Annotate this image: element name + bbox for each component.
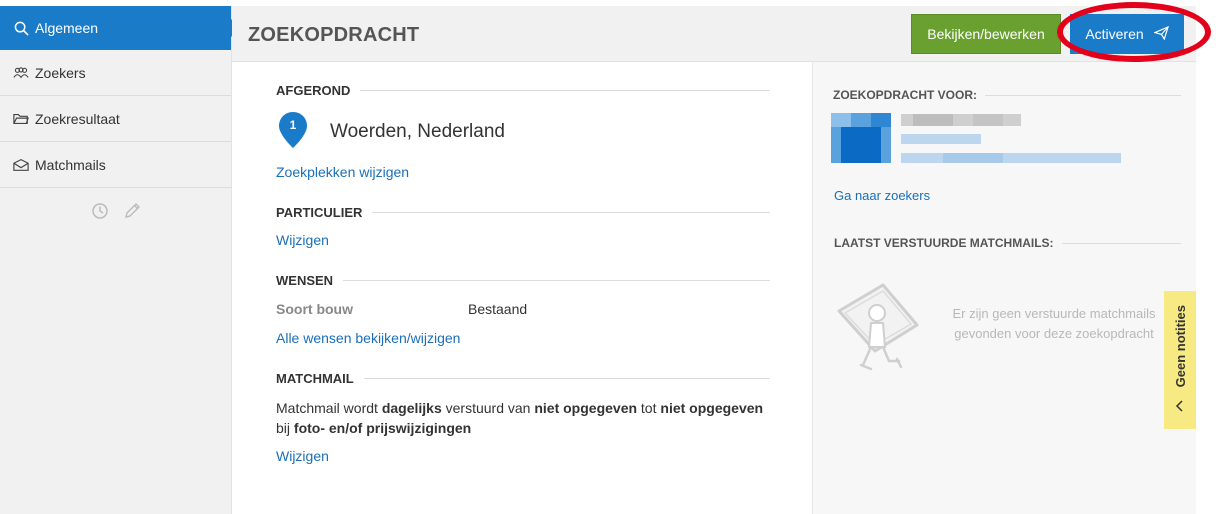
clock-icon[interactable] xyxy=(91,202,109,225)
highlight-annotation xyxy=(1057,2,1211,62)
wish-label: Soort bouw xyxy=(276,301,353,317)
matchmail-to: niet opgegeven xyxy=(660,400,764,416)
all-wishes-link[interactable]: Alle wensen bekijken/wijzigen xyxy=(276,330,460,346)
section-title: AFGEROND xyxy=(276,82,351,98)
map-pin-icon: 1 xyxy=(278,111,314,154)
page-title: ZOEKOPDRACHT xyxy=(248,24,420,46)
section-title: PARTICULIER xyxy=(276,204,363,220)
matchmail-frequency: dagelijks xyxy=(381,400,442,416)
section-header-afgerond: AFGEROND xyxy=(276,80,770,100)
section-header-zoekopdracht-voor: ZOEKOPDRACHT VOOR: xyxy=(833,87,1181,103)
section-header-particulier: PARTICULIER xyxy=(276,202,770,222)
right-panel: ZOEKOPDRACHT VOOR: Ga naar zoekers LAATS… xyxy=(812,62,1196,514)
matchmail-text: verstuurd van xyxy=(441,400,535,416)
folder-icon xyxy=(13,111,29,127)
sidebar-item-matchmails[interactable]: Matchmails xyxy=(0,142,231,188)
sidebar-tools xyxy=(0,202,231,225)
search-icon xyxy=(13,20,29,36)
empty-state-illustration xyxy=(833,281,925,382)
pencil-icon[interactable] xyxy=(123,202,141,225)
matchmail-text: bij xyxy=(276,420,294,436)
section-title: ZOEKOPDRACHT VOOR: xyxy=(833,88,977,102)
matchmail-from: niet opgegeven xyxy=(534,400,638,416)
matchmail-text: tot xyxy=(637,400,661,416)
go-to-seekers-link[interactable]: Ga naar zoekers xyxy=(834,188,930,203)
section-title: WENSEN xyxy=(276,272,334,288)
sidebar-item-label: Matchmails xyxy=(35,156,106,173)
envelope-icon xyxy=(13,157,29,173)
matchmail-text: Matchmail wordt xyxy=(276,400,382,416)
matchmail-edit-link[interactable]: Wijzigen xyxy=(276,448,329,464)
change-locations-link[interactable]: Zoekplekken wijzigen xyxy=(276,164,409,180)
location-row: 1 Woerden, Nederland xyxy=(276,110,770,154)
users-icon xyxy=(13,65,29,81)
notes-tab[interactable]: Geen notities xyxy=(1164,291,1196,429)
location-number: 1 xyxy=(290,118,297,132)
section-title: MATCHMAIL xyxy=(276,370,354,386)
particulier-edit-link[interactable]: Wijzigen xyxy=(276,232,329,248)
matchmail-description: Matchmail wordt dagelijks verstuurd van … xyxy=(276,398,770,438)
sidebar-item-algemeen[interactable]: Algemeen xyxy=(0,6,240,50)
sidebar-item-zoekresultaat[interactable]: Zoekresultaat xyxy=(0,96,231,142)
section-header-laatst-verstuurde-matchmails: LAATST VERSTUURDE MATCHMAILS: xyxy=(834,235,1181,251)
sidebar-item-label: Zoekers xyxy=(35,64,86,81)
sidebar-item-zoekers[interactable]: Zoekers xyxy=(0,50,231,96)
page-header: ZOEKOPDRACHT Bekijken/bewerken Activeren xyxy=(232,6,1196,62)
section-title: LAATST VERSTUURDE MATCHMAILS: xyxy=(834,236,1054,250)
main-content: AFGEROND 1 Woerden, Nederland Zoekplekke… xyxy=(276,80,770,466)
wish-value: Bestaand xyxy=(468,301,528,317)
empty-state-message: Er zijn geen verstuurde matchmails gevon… xyxy=(952,306,1156,341)
chevron-left-icon xyxy=(1175,399,1185,417)
section-header-wensen: WENSEN xyxy=(276,270,770,290)
wish-row: Soort bouw Bestaand xyxy=(276,300,770,318)
notes-tab-label: Geen notities xyxy=(1172,305,1188,388)
sidebar: Algemeen Zoekers Zoekresultaat Matchmail… xyxy=(0,6,240,514)
sidebar-item-label: Zoekresultaat xyxy=(35,110,120,127)
view-edit-button[interactable]: Bekijken/bewerken xyxy=(911,14,1061,54)
matchmail-trigger: foto- en/of prijswijzigingen xyxy=(293,420,472,436)
location-name: Woerden, Nederland xyxy=(330,121,505,142)
section-header-matchmail: MATCHMAIL xyxy=(276,368,770,388)
sidebar-item-label: Algemeen xyxy=(35,20,99,36)
